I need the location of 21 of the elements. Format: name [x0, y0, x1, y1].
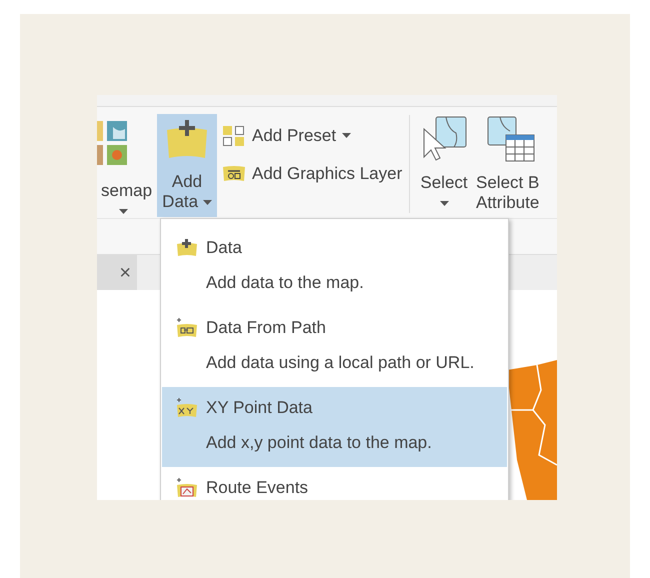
menu-item[interactable]: XY Point Data Add x,y point data to the map. — [162, 387, 507, 467]
data-path-icon — [176, 316, 198, 339]
add-graphics-layer-button[interactable]: Add Graphics Layer — [222, 160, 409, 186]
add-data-icon — [176, 238, 198, 258]
attribute-table-icon — [486, 115, 536, 163]
basemap-label: semap — [101, 181, 152, 201]
add-data-button[interactable]: Add Data — [157, 114, 217, 217]
caret-icon — [202, 200, 212, 206]
graphics-layer-icon — [222, 163, 246, 184]
preset-grid-icon — [222, 124, 246, 147]
xy-data-icon — [176, 396, 198, 419]
add-preset-button[interactable]: Add Preset — [222, 123, 409, 148]
caret-icon — [440, 201, 448, 206]
document-tab[interactable]: × — [97, 255, 137, 290]
caret-icon — [342, 133, 352, 138]
close-tab-button[interactable]: × — [119, 262, 131, 282]
caret-icon — [119, 209, 128, 214]
route-events-icon — [176, 476, 198, 499]
select-by-attributes-button[interactable]: Select B Attribute — [476, 115, 540, 215]
add-data-icon — [164, 118, 210, 160]
select-button[interactable]: Select — [420, 115, 468, 215]
